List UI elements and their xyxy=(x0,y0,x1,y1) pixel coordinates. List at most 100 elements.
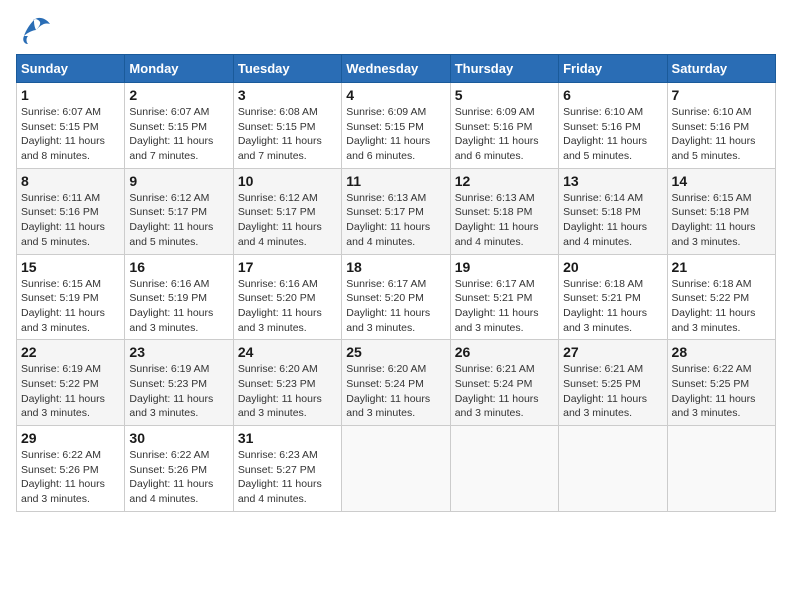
sunset-text: Sunset: 5:24 PM xyxy=(455,377,554,392)
day-info: Sunrise: 6:16 AMSunset: 5:19 PMDaylight:… xyxy=(129,277,228,336)
sunset-text: Sunset: 5:18 PM xyxy=(455,205,554,220)
daylight-text: Daylight: 11 hours and 3 minutes. xyxy=(672,392,771,421)
day-number: 4 xyxy=(346,87,445,103)
day-number: 1 xyxy=(21,87,120,103)
sunrise-text: Sunrise: 6:10 AM xyxy=(672,105,771,120)
sunrise-text: Sunrise: 6:18 AM xyxy=(672,277,771,292)
calendar-cell: 30Sunrise: 6:22 AMSunset: 5:26 PMDayligh… xyxy=(125,426,233,512)
sunset-text: Sunset: 5:16 PM xyxy=(21,205,120,220)
calendar-cell: 20Sunrise: 6:18 AMSunset: 5:21 PMDayligh… xyxy=(559,254,667,340)
sunset-text: Sunset: 5:15 PM xyxy=(129,120,228,135)
day-info: Sunrise: 6:17 AMSunset: 5:21 PMDaylight:… xyxy=(455,277,554,336)
sunrise-text: Sunrise: 6:13 AM xyxy=(455,191,554,206)
day-info: Sunrise: 6:15 AMSunset: 5:18 PMDaylight:… xyxy=(672,191,771,250)
day-number: 13 xyxy=(563,173,662,189)
day-number: 28 xyxy=(672,344,771,360)
calendar-cell: 31 Sunrise: 6:23 AMSunset: 5:27 PMDayligh… xyxy=(233,426,341,512)
sunset-text: Sunset: 5:22 PM xyxy=(21,377,120,392)
day-info: Sunrise: 6:12 AMSunset: 5:17 PMDaylight:… xyxy=(129,191,228,250)
daylight-text: Daylight: 11 hours and 6 minutes. xyxy=(346,134,445,163)
sunset-text: Sunset: 5:16 PM xyxy=(672,120,771,135)
daylight-text: Daylight: 11 hours and 3 minutes. xyxy=(672,220,771,249)
calendar-cell: 19 Sunrise: 6:17 AMSunset: 5:21 PMDayligh… xyxy=(450,254,558,340)
sunrise-text: Sunrise: 6:16 AM xyxy=(238,277,337,292)
day-info: Sunrise: 6:07 AMSunset: 5:15 PMDaylight:… xyxy=(129,105,228,164)
calendar-cell: 13 Sunrise: 6:14 AMSunset: 5:18 PMDayligh… xyxy=(559,168,667,254)
daylight-text: Daylight: 11 hours and 3 minutes. xyxy=(129,306,228,335)
day-info: Sunrise: 6:14 AMSunset: 5:18 PMDaylight:… xyxy=(563,191,662,250)
sunrise-text: Sunrise: 6:14 AM xyxy=(563,191,662,206)
sunset-text: Sunset: 5:15 PM xyxy=(238,120,337,135)
sunrise-text: Sunrise: 6:23 AM xyxy=(238,448,337,463)
sunset-text: Sunset: 5:25 PM xyxy=(672,377,771,392)
daylight-text: Daylight: 11 hours and 4 minutes. xyxy=(238,220,337,249)
sunset-text: Sunset: 5:19 PM xyxy=(21,291,120,306)
day-info: Sunrise: 6:10 AMSunset: 5:16 PMDaylight:… xyxy=(672,105,771,164)
calendar-cell: 28Sunrise: 6:22 AMSunset: 5:25 PMDayligh… xyxy=(667,340,775,426)
calendar-cell: 4Sunrise: 6:09 AMSunset: 5:15 PMDaylight… xyxy=(342,83,450,169)
calendar-cell: 27 Sunrise: 6:21 AMSunset: 5:25 PMDayligh… xyxy=(559,340,667,426)
calendar-cell: 9Sunrise: 6:12 AMSunset: 5:17 PMDaylight… xyxy=(125,168,233,254)
sunrise-text: Sunrise: 6:22 AM xyxy=(21,448,120,463)
daylight-text: Daylight: 11 hours and 4 minutes. xyxy=(346,220,445,249)
calendar-cell: 21Sunrise: 6:18 AMSunset: 5:22 PMDayligh… xyxy=(667,254,775,340)
day-info: Sunrise: 6:21 AMSunset: 5:24 PMDaylight:… xyxy=(455,362,554,421)
sunset-text: Sunset: 5:15 PM xyxy=(21,120,120,135)
header-saturday: Saturday xyxy=(667,55,775,83)
sunrise-text: Sunrise: 6:08 AM xyxy=(238,105,337,120)
day-info: Sunrise: 6:15 AMSunset: 5:19 PMDaylight:… xyxy=(21,277,120,336)
header-tuesday: Tuesday xyxy=(233,55,341,83)
daylight-text: Daylight: 11 hours and 4 minutes. xyxy=(129,477,228,506)
daylight-text: Daylight: 11 hours and 3 minutes. xyxy=(563,392,662,421)
day-info: Sunrise: 6:10 AMSunset: 5:16 PMDaylight:… xyxy=(563,105,662,164)
calendar-cell: 14 Sunrise: 6:15 AMSunset: 5:18 PMDayligh… xyxy=(667,168,775,254)
calendar-cell: 7Sunrise: 6:10 AMSunset: 5:16 PMDaylight… xyxy=(667,83,775,169)
day-number: 29 xyxy=(21,430,120,446)
day-info: Sunrise: 6:21 AMSunset: 5:25 PMDaylight:… xyxy=(563,362,662,421)
week-row-3: 15Sunrise: 6:15 AMSunset: 5:19 PMDayligh… xyxy=(17,254,776,340)
day-number: 25 xyxy=(346,344,445,360)
sunset-text: Sunset: 5:17 PM xyxy=(346,205,445,220)
day-number: 31 xyxy=(238,430,337,446)
calendar-cell: 15Sunrise: 6:15 AMSunset: 5:19 PMDayligh… xyxy=(17,254,125,340)
sunrise-text: Sunrise: 6:20 AM xyxy=(346,362,445,377)
week-row-4: 22Sunrise: 6:19 AMSunset: 5:22 PMDayligh… xyxy=(17,340,776,426)
day-info: Sunrise: 6:19 AMSunset: 5:22 PMDaylight:… xyxy=(21,362,120,421)
day-number: 23 xyxy=(129,344,228,360)
sunset-text: Sunset: 5:20 PM xyxy=(346,291,445,306)
daylight-text: Daylight: 11 hours and 5 minutes. xyxy=(563,134,662,163)
day-number: 20 xyxy=(563,259,662,275)
sunset-text: Sunset: 5:16 PM xyxy=(455,120,554,135)
daylight-text: Daylight: 11 hours and 3 minutes. xyxy=(455,306,554,335)
day-info: Sunrise: 6:16 AMSunset: 5:20 PMDaylight:… xyxy=(238,277,337,336)
daylight-text: Daylight: 11 hours and 3 minutes. xyxy=(21,306,120,335)
day-number: 3 xyxy=(238,87,337,103)
sunset-text: Sunset: 5:23 PM xyxy=(238,377,337,392)
calendar-cell: 8Sunrise: 6:11 AMSunset: 5:16 PMDaylight… xyxy=(17,168,125,254)
sunset-text: Sunset: 5:17 PM xyxy=(238,205,337,220)
day-number: 26 xyxy=(455,344,554,360)
day-number: 27 xyxy=(563,344,662,360)
sunset-text: Sunset: 5:24 PM xyxy=(346,377,445,392)
sunrise-text: Sunrise: 6:18 AM xyxy=(563,277,662,292)
day-info: Sunrise: 6:23 AMSunset: 5:27 PMDaylight:… xyxy=(238,448,337,507)
sunrise-text: Sunrise: 6:09 AM xyxy=(455,105,554,120)
page-header xyxy=(16,16,776,46)
day-number: 17 xyxy=(238,259,337,275)
sunset-text: Sunset: 5:18 PM xyxy=(672,205,771,220)
sunset-text: Sunset: 5:27 PM xyxy=(238,463,337,478)
day-info: Sunrise: 6:22 AMSunset: 5:26 PMDaylight:… xyxy=(129,448,228,507)
day-number: 14 xyxy=(672,173,771,189)
day-info: Sunrise: 6:20 AMSunset: 5:24 PMDaylight:… xyxy=(346,362,445,421)
sunrise-text: Sunrise: 6:17 AM xyxy=(455,277,554,292)
day-info: Sunrise: 6:18 AMSunset: 5:22 PMDaylight:… xyxy=(672,277,771,336)
sunset-text: Sunset: 5:22 PM xyxy=(672,291,771,306)
daylight-text: Daylight: 11 hours and 4 minutes. xyxy=(455,220,554,249)
calendar-cell: 11Sunrise: 6:13 AMSunset: 5:17 PMDayligh… xyxy=(342,168,450,254)
daylight-text: Daylight: 11 hours and 5 minutes. xyxy=(672,134,771,163)
calendar-cell: 16Sunrise: 6:16 AMSunset: 5:19 PMDayligh… xyxy=(125,254,233,340)
sunrise-text: Sunrise: 6:17 AM xyxy=(346,277,445,292)
day-number: 19 xyxy=(455,259,554,275)
sunrise-text: Sunrise: 6:15 AM xyxy=(21,277,120,292)
day-number: 6 xyxy=(563,87,662,103)
